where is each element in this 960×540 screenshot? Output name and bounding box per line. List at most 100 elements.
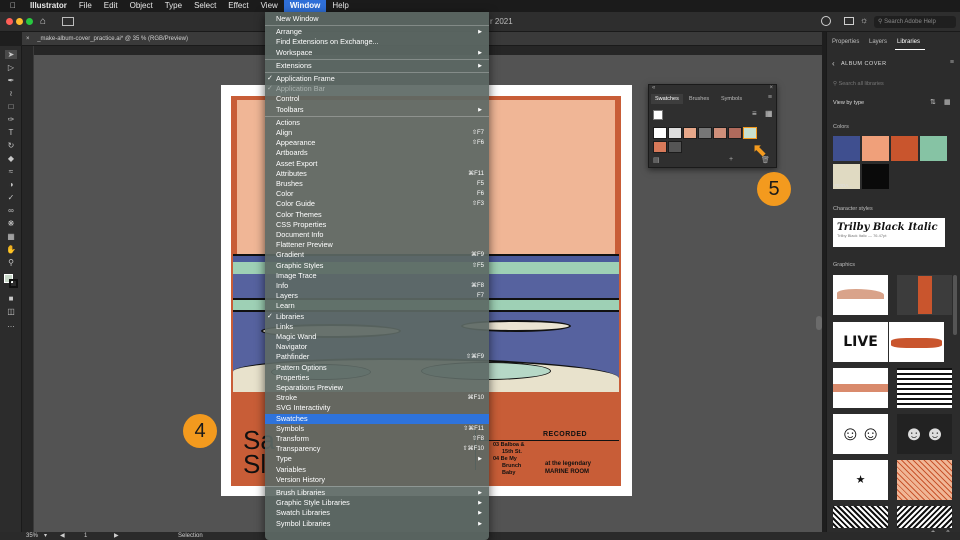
library-graphic[interactable]: ☺☺	[833, 414, 888, 454]
user-icon[interactable]	[821, 16, 831, 26]
apple-icon[interactable]: 	[0, 0, 24, 12]
window-menu-item-toolbars[interactable]: Toolbars ▶	[265, 105, 489, 115]
window-menu-item-align[interactable]: Align ⇧F7	[265, 128, 489, 138]
next-artboard-icon[interactable]: ▶	[114, 532, 119, 540]
menu-effect[interactable]: Effect	[222, 0, 254, 12]
swatch-pattern[interactable]	[698, 127, 712, 139]
close-panel-icon[interactable]: «	[652, 85, 655, 91]
blend-tool-icon[interactable]: ∞	[5, 206, 17, 215]
window-menu-item-color-themes[interactable]: Color Themes	[265, 210, 489, 220]
grid-view-icon[interactable]: ▦	[944, 98, 951, 106]
tab-symbols[interactable]: Symbols	[717, 94, 746, 104]
library-color-swatch[interactable]	[920, 136, 947, 161]
workspace-layout-icon[interactable]	[62, 17, 74, 26]
grid-view-icon[interactable]: ▦	[765, 109, 773, 118]
library-graphic[interactable]: ★	[833, 460, 888, 500]
edit-toolbar-icon[interactable]: …	[5, 320, 17, 329]
rectangle-tool-icon[interactable]: □	[5, 102, 17, 111]
discover-icon[interactable]: ☼	[860, 15, 868, 25]
library-graphic[interactable]	[833, 275, 888, 315]
menu-object[interactable]: Object	[124, 0, 159, 12]
library-graphic[interactable]	[897, 275, 952, 315]
swatch-pattern[interactable]	[743, 127, 757, 139]
zoom-dropdown-icon[interactable]: ▾	[44, 532, 47, 540]
window-menu-item-graphic-style-libraries[interactable]: Graphic Style Libraries ▶	[265, 498, 489, 508]
window-menu-item-variables[interactable]: Variables	[265, 465, 489, 475]
arrange-documents-icon[interactable]	[844, 17, 854, 25]
panel-menu-icon[interactable]: ≡	[950, 59, 954, 66]
window-menu-item-symbol-libraries[interactable]: Symbol Libraries ▶	[265, 519, 489, 529]
type-tool-icon[interactable]: T	[5, 128, 17, 137]
eyedropper-tool-icon[interactable]: ✓	[5, 193, 17, 202]
paintbrush-tool-icon[interactable]: ✑	[5, 115, 17, 124]
library-graphic[interactable]	[833, 506, 888, 528]
window-menu-item-color-guide[interactable]: Color Guide ⇧F3	[265, 199, 489, 209]
window-menu-item-actions[interactable]: Actions	[265, 118, 489, 128]
window-menu-item-brush-libraries[interactable]: Brush Libraries ▶	[265, 488, 489, 498]
window-menu-item-transparency[interactable]: Transparency ⇧⌘F10	[265, 444, 489, 454]
tab-swatches[interactable]: Swatches	[651, 94, 683, 104]
fill-stroke-indicator[interactable]	[653, 110, 663, 120]
window-menu-item-asset-export[interactable]: Asset Export	[265, 159, 489, 169]
window-menu-item-layers[interactable]: Layers F7	[265, 291, 489, 301]
window-menu-item-artboards[interactable]: Artboards	[265, 148, 489, 158]
window-menu-item-pattern-options[interactable]: Pattern Options	[265, 363, 489, 373]
window-menu-item-image-trace[interactable]: Image Trace	[265, 271, 489, 281]
curvature-tool-icon[interactable]: ≀	[5, 89, 17, 98]
tab-properties[interactable]: Properties	[832, 39, 859, 45]
window-menu-item-find-extensions-on-exchange[interactable]: Find Extensions on Exchange...	[265, 37, 489, 47]
window-menu-item-learn[interactable]: Learn	[265, 301, 489, 311]
tab-brushes[interactable]: Brushes	[685, 94, 713, 104]
window-menu-item-swatch-libraries[interactable]: Swatch Libraries ▶	[265, 508, 489, 518]
new-swatch-icon[interactable]: +	[729, 156, 733, 163]
swatch-pattern[interactable]	[713, 127, 727, 139]
screen-mode-icon[interactable]: ◫	[5, 307, 17, 316]
help-search-input[interactable]: ⚲ Search Adobe Help	[874, 16, 956, 28]
window-menu-item-pathfinder[interactable]: Pathfinder ⇧⌘F9	[265, 352, 489, 362]
swatch-none[interactable]	[653, 127, 667, 139]
window-menu-item-color[interactable]: Color F6	[265, 189, 489, 199]
library-color-swatch[interactable]	[862, 136, 889, 161]
window-menu-item-swatches[interactable]: Swatches	[265, 413, 489, 424]
canvas-scrollbar[interactable]	[816, 316, 822, 330]
window-menu-item-flattener-preview[interactable]: Flattener Preview	[265, 240, 489, 250]
window-menu-item-separations-preview[interactable]: Separations Preview	[265, 383, 489, 393]
tab-layers[interactable]: Layers	[869, 39, 887, 45]
window-menu-item-brushes[interactable]: Brushes F5	[265, 179, 489, 189]
symbol-sprayer-tool-icon[interactable]: ❋	[5, 219, 17, 228]
library-graphic[interactable]	[833, 368, 888, 408]
window-menu-item-transform[interactable]: Transform ⇧F8	[265, 434, 489, 444]
section-graphics[interactable]: Graphics	[833, 262, 855, 268]
menu-app-name[interactable]: Illustrator	[24, 0, 73, 12]
list-view-icon[interactable]: ≡	[752, 109, 757, 118]
minimize-window-icon[interactable]	[16, 18, 23, 25]
window-menu-item-symbols[interactable]: Symbols ⇧⌘F11	[265, 424, 489, 434]
zoom-tool-icon[interactable]: ⚲	[5, 258, 17, 267]
window-menu-item-application-frame[interactable]: ✓ Application Frame	[265, 74, 489, 84]
pen-tool-icon[interactable]: ✒	[5, 76, 17, 85]
library-color-swatch[interactable]	[862, 164, 889, 189]
library-graphic[interactable]	[897, 506, 952, 528]
menu-view[interactable]: View	[255, 0, 284, 12]
window-menu-item-svg-interactivity[interactable]: SVG Interactivity	[265, 403, 489, 413]
sort-icon[interactable]: ⇅	[930, 98, 936, 106]
window-menu-item-info[interactable]: Info ⌘F8	[265, 281, 489, 291]
rotate-tool-icon[interactable]: ↻	[5, 141, 17, 150]
library-graphic[interactable]: LIVE	[833, 322, 888, 362]
close-window-icon[interactable]	[6, 18, 13, 25]
window-menu-item-graphic-styles[interactable]: Graphic Styles ⇧F5	[265, 261, 489, 271]
window-menu-item-appearance[interactable]: Appearance ⇧F6	[265, 138, 489, 148]
zoom-window-icon[interactable]	[26, 18, 33, 25]
window-menu-item-properties[interactable]: Properties	[265, 373, 489, 383]
home-icon[interactable]: ⌂	[40, 16, 46, 27]
window-menu-item-type[interactable]: Type ▶	[265, 454, 489, 464]
section-character-styles[interactable]: Character styles	[833, 206, 873, 212]
tab-libraries[interactable]: Libraries	[897, 39, 920, 45]
artboard-number[interactable]: 1	[84, 532, 87, 540]
panel-menu-icon[interactable]: ≡	[768, 94, 772, 101]
window-menu-item-control[interactable]: Control	[265, 94, 489, 104]
window-menu-item-attributes[interactable]: Attributes ⌘F11	[265, 169, 489, 179]
zoom-level[interactable]: 35%	[26, 532, 38, 540]
character-style-card[interactable]: Trilby Black Italic Trilby Black Italic …	[833, 218, 945, 247]
back-icon[interactable]: ‹	[832, 59, 835, 68]
